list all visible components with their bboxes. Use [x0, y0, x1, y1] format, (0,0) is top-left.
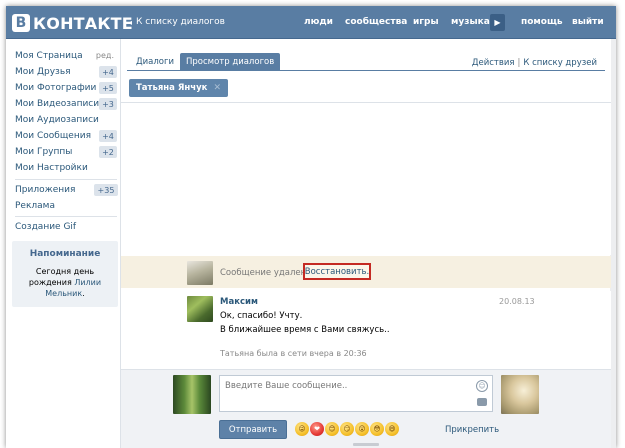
tab-view-dialogs[interactable]: Просмотр диалогов — [180, 53, 281, 70]
camera-icon[interactable] — [477, 398, 487, 406]
sidebar-item-create-gif[interactable]: Создание Gif — [15, 222, 76, 232]
recipient-row: Татьяна Янчук ✕ — [121, 73, 611, 103]
avatar[interactable] — [187, 261, 213, 285]
sidebar-divider — [15, 216, 117, 217]
friend-avatar[interactable] — [501, 375, 539, 414]
tabs-underline — [127, 70, 605, 71]
reminder-text-end: . — [82, 289, 85, 298]
emoji-smile-icon[interactable]: 😊 — [325, 422, 339, 436]
top-header: В КОНТАКТЕ ◂ К списку диалогов люди сооб… — [6, 6, 616, 39]
sidebar-edit-link[interactable]: ред. — [96, 51, 114, 60]
apps-badge[interactable]: +35 — [94, 184, 118, 196]
birthday-reminder: Напоминание Сегодня день рождения Лилии … — [12, 241, 118, 307]
emoji-smirk-icon[interactable]: 😏 — [340, 422, 354, 436]
message-item: Максим 20.08.13 Ок, спасибо! Учту. В бли… — [121, 291, 611, 369]
message-author[interactable]: Максим — [220, 297, 258, 307]
message-input[interactable]: Введите Ваше сообщение.. ☺ — [219, 375, 493, 412]
deleted-notice: Сообщение удалено. — [220, 268, 315, 278]
nav-games[interactable]: игры — [413, 17, 439, 27]
vk-logo[interactable]: В КОНТАКТЕ — [12, 13, 133, 33]
photos-badge[interactable]: +5 — [99, 82, 117, 94]
tabs-row: Диалоги Просмотр диалогов Действия | К спи… — [121, 39, 611, 73]
nav-communities[interactable]: сообщества — [345, 17, 407, 27]
message-input-placeholder: Введите Ваше сообщение.. — [225, 381, 348, 391]
messages-badge[interactable]: +4 — [99, 130, 117, 142]
emoji-tongue-icon[interactable]: 😜 — [295, 422, 309, 436]
sidebar-item-apps[interactable]: Приложения — [15, 185, 75, 195]
reminder-title: Напоминание — [29, 249, 101, 259]
attach-link[interactable]: Прикрепить — [445, 425, 499, 435]
send-button[interactable]: Отправить — [219, 420, 287, 439]
back-to-dialogs-label: К списку диалогов — [136, 17, 225, 27]
vk-logo-icon: В — [12, 14, 30, 32]
sidebar-item-photos[interactable]: Мои Фотографии — [15, 83, 96, 93]
sidebar-item-audio[interactable]: Мои Аудиозаписи — [15, 115, 99, 125]
nav-logout[interactable]: выйти — [572, 17, 604, 27]
message-history-area — [121, 103, 611, 255]
sidebar-divider — [15, 179, 117, 180]
videos-badge[interactable]: +3 — [99, 98, 117, 110]
actions-separator: | — [517, 58, 521, 68]
sidebar-item-ads[interactable]: Реклама — [15, 201, 55, 211]
message-date: 20.08.13 — [499, 297, 535, 306]
tab-dialogs[interactable]: Диалоги — [130, 53, 180, 70]
avatar[interactable] — [187, 296, 213, 322]
message-composer: Введите Ваше сообщение.. ☺ Отправить 😜 ❤… — [121, 369, 611, 448]
friends-badge[interactable]: +4 — [99, 66, 117, 78]
last-seen-status: Татьяна была в сети вчера в 20:36 — [220, 349, 367, 358]
nav-music[interactable]: музыка — [451, 17, 490, 27]
restore-message-link[interactable]: Восстановить. — [303, 263, 371, 280]
smile-icon[interactable]: ☺ — [476, 380, 488, 392]
sidebar-item-messages[interactable]: Мои Сообщения — [15, 131, 91, 141]
left-sidebar: Моя Страница ред. Мои Друзья +4 Мои Фото… — [6, 39, 120, 448]
music-play-icon[interactable]: ▶ — [490, 14, 505, 31]
message-text: Ок, спасибо! Учту. — [220, 311, 303, 321]
reminder-text: Сегодня день рождения Лилии Мельник. — [16, 266, 114, 299]
close-icon[interactable]: ✕ — [213, 83, 221, 93]
browser-page: В КОНТАКТЕ ◂ К списку диалогов люди сооб… — [6, 6, 616, 448]
sidebar-item-my-page[interactable]: Моя Страница — [15, 51, 83, 61]
my-avatar[interactable] — [173, 375, 211, 414]
groups-badge[interactable]: +2 — [99, 146, 117, 158]
dialog-panel: Диалоги Просмотр диалогов Действия | К спи… — [120, 39, 611, 448]
sidebar-item-videos[interactable]: Мои Видеозаписи — [15, 99, 99, 109]
friends-list-link[interactable]: К списку друзей — [523, 58, 597, 68]
emoji-bar: 😜 ❤ 😊 😏 😲 😳 😄 — [295, 422, 399, 436]
message-text: В ближайшее время с Вами свяжусь.. — [220, 325, 390, 335]
sidebar-item-groups[interactable]: Мои Группы — [15, 147, 72, 157]
recipient-chip[interactable]: Татьяна Янчук ✕ — [129, 79, 228, 97]
sidebar-item-settings[interactable]: Мои Настройки — [15, 163, 88, 173]
emoji-surprised-icon[interactable]: 😲 — [355, 422, 369, 436]
reminder-text-part: Сегодня — [35, 267, 74, 276]
back-arrow-icon: ◂ — [128, 17, 133, 27]
actions-link[interactable]: Действия — [472, 58, 515, 68]
recipient-name: Татьяна Янчук — [136, 83, 208, 93]
vk-logo-text: КОНТАКТЕ — [33, 13, 133, 33]
back-to-dialogs-link[interactable]: ◂ К списку диалогов — [128, 17, 225, 27]
deleted-message-row: Сообщение удалено. Восстановить. — [121, 256, 611, 288]
actions-links: Действия | К списку друзей — [472, 58, 597, 68]
emoji-heart-icon[interactable]: ❤ — [310, 422, 324, 436]
nav-help[interactable]: помощь — [521, 17, 563, 27]
resize-handle[interactable] — [353, 443, 379, 446]
emoji-flushed-icon[interactable]: 😳 — [370, 422, 384, 436]
nav-people[interactable]: люди — [304, 17, 333, 27]
emoji-laugh-icon[interactable]: 😄 — [385, 422, 399, 436]
sidebar-item-friends[interactable]: Мои Друзья — [15, 67, 71, 77]
